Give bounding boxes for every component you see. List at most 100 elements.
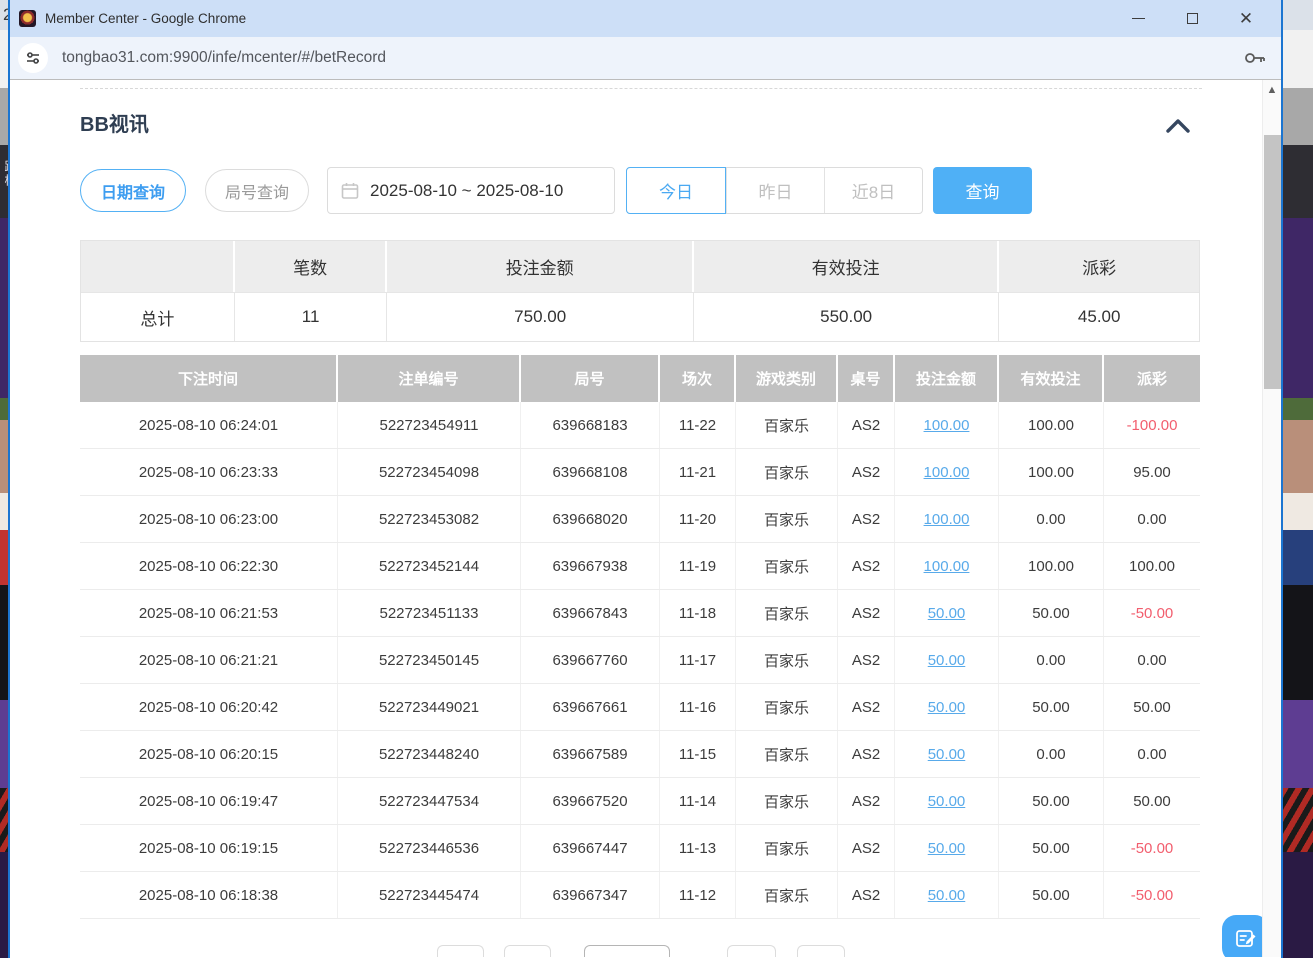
summary-header-bet-amount: 投注金额 — [387, 241, 693, 292]
cell-round-id: 639667447 — [521, 825, 660, 871]
cell-table-no: AS2 — [838, 684, 895, 730]
table-row: 2025-08-10 06:21:53 522723451133 6396678… — [80, 590, 1200, 637]
cell-session: 11-16 — [660, 684, 736, 730]
bet-amount-link[interactable]: 50.00 — [928, 887, 966, 904]
round-query-tab[interactable]: 局号查询 — [205, 169, 309, 212]
cell-bet-amount: 50.00 — [895, 684, 999, 730]
window-titlebar[interactable]: Member Center - Google Chrome ✕ — [10, 0, 1281, 37]
summary-payout-value: 45.00 — [999, 292, 1199, 341]
cell-game-type: 百家乐 — [736, 590, 838, 636]
url-text[interactable]: tongbao31.com:9900/infe/mcenter/#/betRec… — [62, 49, 386, 67]
cell-game-type: 百家乐 — [736, 825, 838, 871]
summary-total-label: 总计 — [81, 292, 235, 341]
cell-bet-amount: 50.00 — [895, 637, 999, 683]
summary-header-payout: 派彩 — [999, 241, 1199, 292]
header-bet-amount: 投注金额 — [895, 355, 999, 402]
date-range-picker[interactable]: 2025-08-10 ~ 2025-08-10 — [327, 167, 615, 214]
bet-amount-link[interactable]: 50.00 — [928, 605, 966, 622]
collapse-section-button[interactable] — [1162, 114, 1194, 138]
bet-amount-link[interactable]: 100.00 — [924, 417, 970, 434]
cell-payout: 95.00 — [1104, 449, 1200, 495]
cell-bet-id: 522723448240 — [338, 731, 521, 777]
cell-payout: -100.00 — [1104, 402, 1200, 448]
pagination-page-size-select[interactable] — [584, 945, 670, 957]
bet-amount-link[interactable]: 100.00 — [924, 464, 970, 481]
cell-payout: -50.00 — [1104, 590, 1200, 636]
header-bet-time: 下注时间 — [80, 355, 338, 402]
quick-last8-button[interactable]: 近8日 — [824, 168, 922, 213]
bet-amount-link[interactable]: 50.00 — [928, 793, 966, 810]
cell-game-type: 百家乐 — [736, 778, 838, 824]
browser-urlbar[interactable]: tongbao31.com:9900/infe/mcenter/#/betRec… — [10, 37, 1281, 80]
cell-session: 11-22 — [660, 402, 736, 448]
cell-game-type: 百家乐 — [736, 543, 838, 589]
cell-bet-id: 522723445474 — [338, 872, 521, 918]
maximize-button[interactable] — [1165, 0, 1219, 37]
cell-payout: -50.00 — [1104, 872, 1200, 918]
table-body: 2025-08-10 06:24:01 522723454911 6396681… — [80, 402, 1200, 919]
round-query-label: 局号查询 — [225, 179, 289, 203]
cell-table-no: AS2 — [838, 637, 895, 683]
cell-session: 11-15 — [660, 731, 736, 777]
pagination-button[interactable] — [504, 945, 551, 957]
cell-session: 11-17 — [660, 637, 736, 683]
cell-session: 11-19 — [660, 543, 736, 589]
bet-amount-link[interactable]: 50.00 — [928, 652, 966, 669]
minimize-button[interactable] — [1111, 0, 1165, 37]
compose-icon — [1234, 927, 1258, 951]
scrollbar-up-arrow[interactable]: ▲ — [1266, 84, 1278, 96]
cell-bet-id: 522723452144 — [338, 543, 521, 589]
summary-total-row: 总计 11 750.00 550.00 45.00 — [81, 292, 1199, 341]
browser-window: Member Center - Google Chrome ✕ tongbao3… — [8, 0, 1283, 958]
cell-game-type: 百家乐 — [736, 496, 838, 542]
cell-session: 11-21 — [660, 449, 736, 495]
cell-round-id: 639668108 — [521, 449, 660, 495]
cell-round-id: 639667938 — [521, 543, 660, 589]
cell-valid-bet: 100.00 — [999, 449, 1104, 495]
vertical-scrollbar[interactable]: ▲ — [1262, 80, 1281, 957]
scrollbar-thumb[interactable] — [1264, 135, 1281, 389]
window-title: Member Center - Google Chrome — [45, 11, 246, 26]
pagination-button[interactable] — [437, 945, 484, 957]
cell-bet-id: 522723449021 — [338, 684, 521, 730]
cell-session: 11-12 — [660, 872, 736, 918]
page-content: BB视讯 日期查询 局号查询 2025-08-10 — [10, 80, 1281, 957]
bet-amount-link[interactable]: 50.00 — [928, 746, 966, 763]
cell-bet-time: 2025-08-10 06:22:30 — [80, 543, 338, 589]
bet-amount-link[interactable]: 100.00 — [924, 558, 970, 575]
quick-yesterday-button[interactable]: 昨日 — [726, 168, 824, 213]
bet-amount-link[interactable]: 100.00 — [924, 511, 970, 528]
cell-round-id: 639667843 — [521, 590, 660, 636]
date-query-tab[interactable]: 日期查询 — [80, 169, 186, 212]
pagination-button[interactable] — [797, 945, 845, 957]
search-button[interactable]: 查询 — [933, 167, 1032, 214]
site-settings-button[interactable] — [18, 43, 48, 73]
close-button[interactable]: ✕ — [1219, 0, 1273, 37]
summary-valid-bet-value: 550.00 — [694, 292, 999, 341]
quick-today-button[interactable]: 今日 — [626, 167, 726, 214]
date-query-label: 日期查询 — [101, 179, 165, 203]
cell-table-no: AS2 — [838, 778, 895, 824]
table-row: 2025-08-10 06:24:01 522723454911 6396681… — [80, 402, 1200, 449]
summary-table: 笔数 投注金额 有效投注 派彩 总计 11 750.00 550.00 45.0… — [80, 240, 1200, 342]
date-range-value: 2025-08-10 ~ 2025-08-10 — [370, 181, 563, 201]
cell-game-type: 百家乐 — [736, 684, 838, 730]
cell-bet-amount: 50.00 — [895, 872, 999, 918]
cell-session: 11-20 — [660, 496, 736, 542]
cell-valid-bet: 100.00 — [999, 543, 1104, 589]
quick-range-group: 今日 昨日 近8日 — [626, 167, 923, 214]
cell-table-no: AS2 — [838, 496, 895, 542]
password-key-icon[interactable] — [1243, 48, 1267, 68]
cell-payout: 0.00 — [1104, 496, 1200, 542]
close-icon: ✕ — [1239, 10, 1253, 27]
cell-payout: 0.00 — [1104, 637, 1200, 683]
cell-valid-bet: 0.00 — [999, 731, 1104, 777]
cell-bet-time: 2025-08-10 06:23:33 — [80, 449, 338, 495]
yesterday-label: 昨日 — [759, 178, 793, 203]
cell-session: 11-13 — [660, 825, 736, 871]
cell-round-id: 639667760 — [521, 637, 660, 683]
bet-amount-link[interactable]: 50.00 — [928, 840, 966, 857]
cell-bet-amount: 100.00 — [895, 496, 999, 542]
pagination-button[interactable] — [727, 945, 776, 957]
bet-amount-link[interactable]: 50.00 — [928, 699, 966, 716]
